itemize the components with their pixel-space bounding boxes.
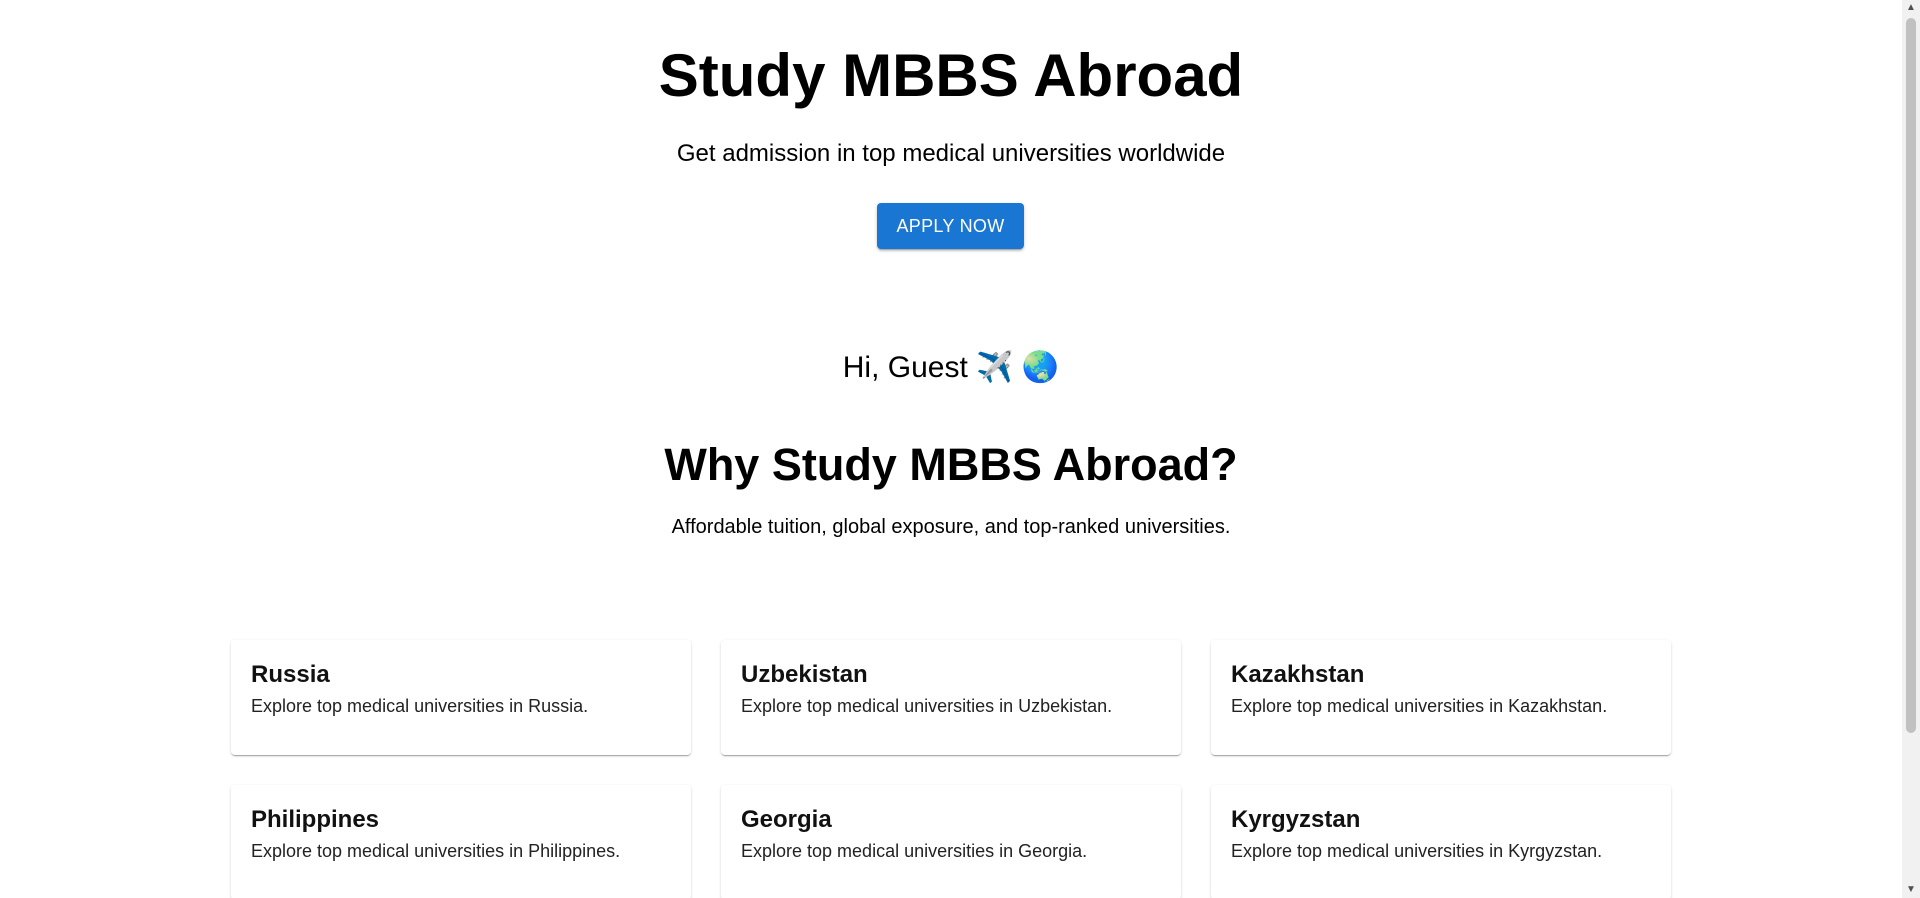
country-card-georgia[interactable]: Georgia Explore top medical universities… — [721, 785, 1181, 898]
country-card-title: Philippines — [251, 806, 380, 833]
apply-now-button[interactable]: APPLY NOW — [877, 203, 1024, 249]
scrollbar-thumb[interactable] — [1906, 18, 1916, 733]
country-card-kazakhstan[interactable]: Kazakhstan Explore top medical universit… — [1211, 640, 1671, 755]
greeting: Hi, Guest ✈️ 🌏 — [0, 349, 1902, 387]
country-card-description: Explore top medical universities in Russ… — [251, 696, 589, 716]
country-card-russia[interactable]: Russia Explore top medical universities … — [231, 640, 691, 755]
hero-title: Study MBBS Abroad — [658, 42, 1244, 109]
scroll-up-arrow-icon[interactable]: ▲ — [1902, 0, 1920, 16]
country-card-philippines[interactable]: Philippines Explore top medical universi… — [231, 785, 691, 898]
country-card-description: Explore top medical universities in Geor… — [741, 841, 1088, 861]
country-card-description: Explore top medical universities in Phil… — [251, 841, 621, 861]
scroll-down-arrow-icon[interactable]: ▼ — [1902, 882, 1920, 898]
vertical-scrollbar[interactable]: ▲ ▼ — [1902, 0, 1920, 898]
country-card-description: Explore top medical universities in Kaza… — [1231, 696, 1608, 716]
why-section-text: Affordable tuition, global exposure, and… — [671, 516, 1231, 538]
country-card-description: Explore top medical universities in Kyrg… — [1231, 841, 1603, 861]
country-card-description: Explore top medical universities in Uzbe… — [741, 696, 1113, 716]
greeting-text: Hi, Guest — [842, 351, 968, 384]
country-card-uzbekistan[interactable]: Uzbekistan Explore top medical universit… — [721, 640, 1181, 755]
airplane-icon: ✈️ — [976, 350, 1014, 385]
country-card-title: Georgia — [741, 806, 832, 833]
page: Study MBBS Abroad Get admission in top m… — [0, 0, 1902, 898]
country-card-title: Uzbekistan — [741, 661, 868, 688]
country-card-title: Kazakhstan — [1231, 661, 1365, 688]
country-card-title: Kyrgyzstan — [1231, 806, 1361, 833]
country-card-title: Russia — [251, 661, 330, 688]
country-card-kyrgyzstan[interactable]: Kyrgyzstan Explore top medical universit… — [1211, 785, 1671, 898]
why-section-title: Why Study MBBS Abroad? — [664, 439, 1238, 490]
globe-icon: 🌏 — [1021, 350, 1060, 385]
hero-subtitle: Get admission in top medical universitie… — [676, 140, 1226, 167]
